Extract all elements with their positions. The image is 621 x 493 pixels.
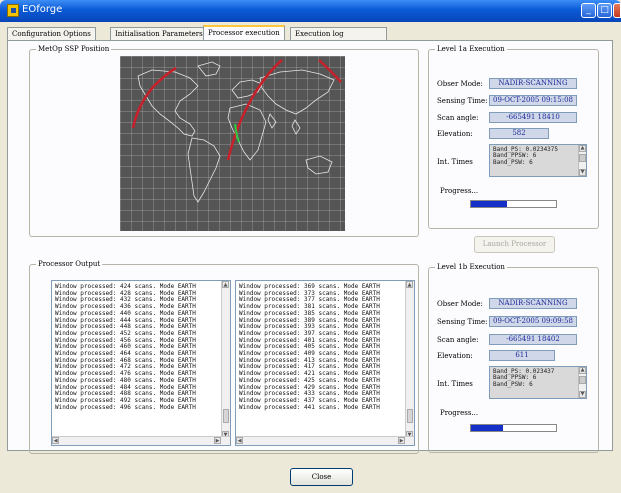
elevation-label: Elevation: <box>437 352 473 360</box>
sensing-time-value: 09-OCT-2005 09:15:08 <box>489 95 577 106</box>
scroll-up-icon[interactable]: ▲ <box>406 281 413 288</box>
scan-angle-value: -665491 18402 <box>489 334 577 345</box>
scan-angle-label: Scan angle: <box>437 114 479 122</box>
sensing-time-label: Sensing Time: <box>437 318 488 326</box>
console-text: Window processed: 424 scans. Mode EARTH … <box>55 283 196 411</box>
orbit-track-middle <box>226 59 283 161</box>
int-times-text: Band_PS: 0.023437 Band_PPSW: 6 Band_PSW:… <box>493 368 555 388</box>
scroll-thumb[interactable] <box>223 409 229 423</box>
console-vertical-scrollbar[interactable]: ▲ ▼ <box>221 281 230 438</box>
progress-fill <box>471 201 507 207</box>
tab-initialisation-parameters[interactable]: Initialisation Parameters <box>110 27 208 41</box>
int-times-scrollbar[interactable]: ▲ ▼ <box>578 145 586 176</box>
scroll-up-icon[interactable]: ▲ <box>579 367 586 374</box>
eoforge-logo-icon <box>7 4 19 17</box>
progress-fill <box>471 425 504 431</box>
tab-execution-log[interactable]: Execution log <box>290 27 387 41</box>
scroll-thumb[interactable] <box>407 409 413 423</box>
tab-label: Configuration Options <box>12 30 91 38</box>
scroll-right-icon[interactable]: ▶ <box>214 437 221 444</box>
tab-strip: Configuration Options Initialisation Par… <box>7 25 387 41</box>
int-times-box[interactable]: Band_PS: 0.023437 Band_PPSW: 6 Band_PSW:… <box>489 366 587 399</box>
launch-processor-button[interactable]: Launch Processor <box>474 236 555 253</box>
tab-label: Execution log <box>295 30 344 38</box>
scroll-thumb[interactable] <box>579 376 586 384</box>
group-title: Processor Output <box>36 260 103 268</box>
world-map <box>120 56 345 231</box>
scroll-up-icon[interactable]: ▲ <box>579 145 586 152</box>
group-title: MetOp SSP Position <box>36 45 112 53</box>
int-times-scrollbar[interactable]: ▲ ▼ <box>578 367 586 398</box>
int-times-label: Int. Times <box>437 158 473 166</box>
progress-label: Progress... <box>440 187 479 195</box>
int-times-text: Band_PS: 0.0234375 Band_PPSW: 6 Band_PSW… <box>493 146 559 166</box>
sensing-time-value: 09-OCT-2005 09:09:58 <box>489 316 577 327</box>
scroll-up-icon[interactable]: ▲ <box>222 281 229 288</box>
group-title: Level 1b Execution <box>435 263 507 271</box>
progress-label: Progress... <box>440 409 479 417</box>
elevation-value: 582 <box>489 128 549 139</box>
coastline-map <box>131 59 342 203</box>
tab-configuration-options[interactable]: Configuration Options <box>7 27 96 41</box>
scan-angle-value: -665491 18410 <box>489 112 577 123</box>
processor-output-left-console[interactable]: Window processed: 424 scans. Mode EARTH … <box>51 280 231 446</box>
close-icon[interactable] <box>613 3 621 18</box>
window-title: EOforge <box>22 4 63 15</box>
console-horizontal-scrollbar[interactable]: ◀ ▶ <box>52 436 230 445</box>
scroll-right-icon[interactable]: ▶ <box>398 437 405 444</box>
maximize-icon[interactable]: □ <box>597 3 612 18</box>
close-button[interactable]: Close <box>290 468 353 486</box>
minimize-icon[interactable]: _ <box>581 3 596 18</box>
elevation-label: Elevation: <box>437 130 473 138</box>
tab-label: Processor execution <box>208 29 280 37</box>
window-titlebar: EOforge _ □ <box>0 0 621 22</box>
orbit-track-left <box>131 66 177 129</box>
scroll-left-icon[interactable]: ◀ <box>52 437 59 444</box>
obser-mode-value: NADIR-SCANNING <box>489 78 577 89</box>
scan-angle-label: Scan angle: <box>437 336 479 344</box>
tab-processor-execution[interactable]: Processor execution <box>203 25 285 41</box>
console-horizontal-scrollbar[interactable]: ◀ ▶ <box>236 436 414 445</box>
scroll-left-icon[interactable]: ◀ <box>236 437 243 444</box>
obser-mode-value: NADIR-SCANNING <box>489 298 577 309</box>
tab-label: Initialisation Parameters <box>115 30 203 38</box>
level1b-progress-bar <box>470 424 557 432</box>
processor-output-right-console[interactable]: Window processed: 369 scans. Mode EARTH … <box>235 280 415 446</box>
obser-mode-label: Obser Mode: <box>437 300 483 308</box>
scroll-thumb[interactable] <box>579 154 586 162</box>
level1a-progress-bar <box>470 200 557 208</box>
scroll-down-icon[interactable]: ▼ <box>579 169 586 176</box>
scroll-down-icon[interactable]: ▼ <box>579 391 586 398</box>
sensing-time-label: Sensing Time: <box>437 97 488 105</box>
obser-mode-label: Obser Mode: <box>437 80 483 88</box>
int-times-box[interactable]: Band_PS: 0.0234375 Band_PPSW: 6 Band_PSW… <box>489 144 587 177</box>
console-vertical-scrollbar[interactable]: ▲ ▼ <box>405 281 414 438</box>
elevation-value: 611 <box>489 350 555 361</box>
int-times-label: Int. Times <box>437 380 473 388</box>
group-title: Level 1a Execution <box>435 45 507 53</box>
console-text: Window processed: 369 scans. Mode EARTH … <box>239 283 380 411</box>
